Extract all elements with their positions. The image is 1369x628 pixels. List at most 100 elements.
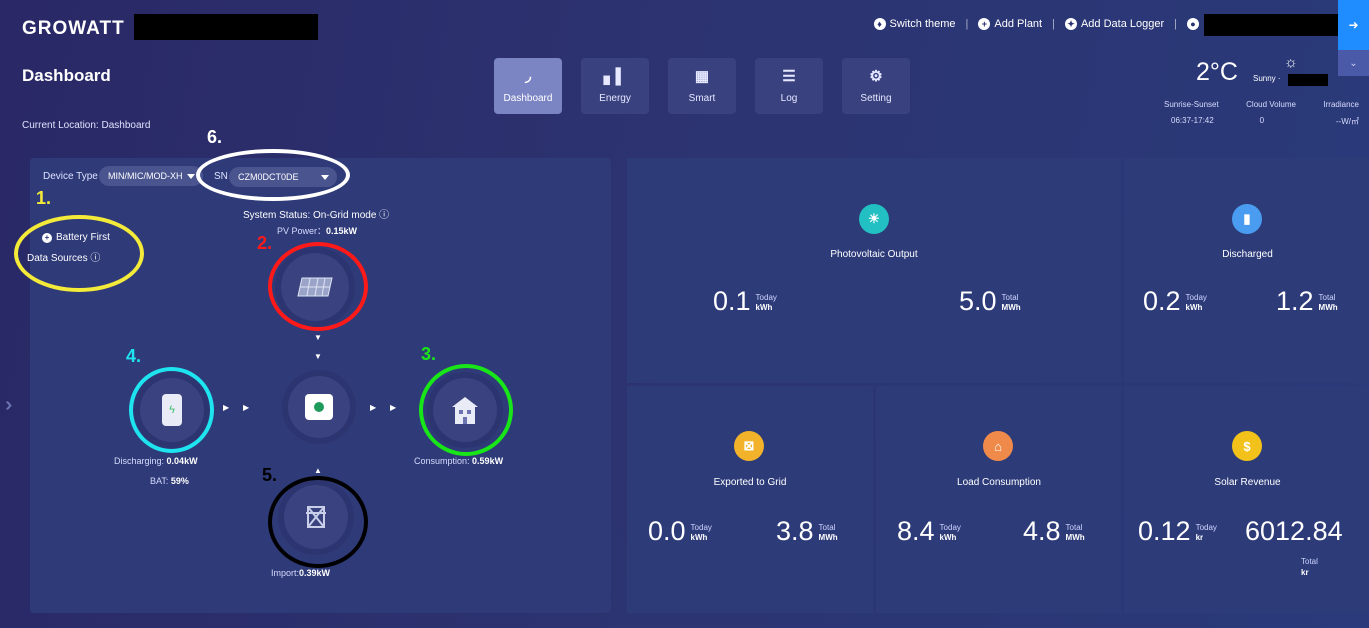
- caret-down-icon: [187, 174, 195, 179]
- stat-value: 5.0: [959, 286, 997, 316]
- redacted-user-name: [1204, 14, 1338, 36]
- stat-unit: kWh: [690, 533, 708, 542]
- tab-log[interactable]: ☰ Log: [755, 58, 823, 114]
- expand-button[interactable]: ⌄: [1338, 50, 1369, 76]
- tab-label: Dashboard: [503, 92, 553, 104]
- exported-total: 3.8 Total MWh: [776, 518, 838, 545]
- collapse-arrows-icon[interactable]: ››: [5, 394, 14, 417]
- device-type-value: MIN/MIC/MOD-XH: [108, 171, 183, 181]
- gauge-icon: ◞: [525, 67, 531, 85]
- weather-values: 06:37-17:42 0 --W/㎡: [1171, 116, 1359, 127]
- discharged-total: 1.2 Total MWh: [1276, 288, 1338, 315]
- import-label: Import:0.39kW: [271, 568, 330, 578]
- inverter-node[interactable]: [288, 376, 350, 438]
- temperature: 2°C: [1196, 58, 1238, 86]
- chevron-down-icon: ⌄: [1349, 57, 1358, 69]
- arrow-right-icon: ▶: [223, 403, 230, 412]
- tab-label: Smart: [688, 92, 716, 104]
- stat-period: Today: [755, 293, 777, 302]
- home-icon: ⌂: [983, 431, 1013, 461]
- stat-period: Total: [1301, 557, 1318, 566]
- load-today: 8.4 Today kWh: [897, 518, 961, 545]
- card-title: Photovoltaic Output: [830, 249, 918, 260]
- annotation-ring-4: [129, 367, 214, 453]
- annotation-ring-5: [268, 476, 368, 568]
- switch-theme-link[interactable]: ♦ Switch theme: [873, 18, 956, 30]
- sun-icon: ☼: [1284, 54, 1298, 71]
- redacted-location: [1288, 74, 1328, 86]
- import-text: Import:: [271, 568, 300, 578]
- battery-discharge-icon: ▮: [1232, 204, 1262, 234]
- stat-unit: kr: [1301, 568, 1309, 577]
- growatt-logo[interactable]: GROWATT: [22, 18, 125, 40]
- stat-unit: kWh: [1185, 303, 1203, 312]
- grid-tower-icon: ⊠: [734, 431, 764, 461]
- device-type-label: Device Type: [43, 171, 98, 182]
- annotation-ring-2: [268, 242, 368, 331]
- photovoltaic-icon: ☀: [859, 204, 889, 234]
- card-title: Discharged: [1222, 249, 1273, 260]
- stat-value: 1.2: [1276, 286, 1314, 316]
- irradiance-value: --W/㎡: [1335, 117, 1359, 126]
- stat-value: 0.1: [713, 286, 751, 316]
- add-data-logger-link[interactable]: ✦ Add Data Logger: [1064, 18, 1164, 30]
- consumption-text: Consumption:: [414, 456, 470, 466]
- tab-energy[interactable]: ▖▌ Energy: [581, 58, 649, 114]
- stat-unit: kWh: [755, 303, 773, 312]
- bar-chart-icon: ▖▌: [603, 67, 627, 85]
- arrow-up-icon: ▲: [314, 466, 322, 475]
- plus-icon: +: [978, 18, 991, 30]
- card-title: Exported to Grid: [713, 477, 787, 488]
- logger-icon: ✦: [1064, 18, 1077, 30]
- main-tabs: ◞ Dashboard ▖▌ Energy ▦ Smart ☰ Log ⚙ Se…: [494, 58, 910, 114]
- breadcrumb: Current Location: Dashboard: [22, 120, 151, 131]
- tab-setting[interactable]: ⚙ Setting: [842, 58, 910, 114]
- stat-unit: MWh: [818, 533, 838, 542]
- add-plant-link[interactable]: + Add Plant: [978, 18, 1042, 30]
- weather-labels: Sunrise-Sunset Cloud Volume Irradiance: [1164, 100, 1359, 109]
- annotation-ring-1: [14, 215, 144, 292]
- logout-icon: ➜: [1348, 18, 1359, 32]
- bat-value: 59%: [170, 476, 189, 486]
- card-title: Load Consumption: [957, 477, 1041, 488]
- card-title: Solar Revenue: [1214, 477, 1281, 488]
- tab-label: Setting: [860, 92, 892, 104]
- stat-value: 0.2: [1143, 286, 1181, 316]
- annotation-label-4: 4.: [126, 346, 142, 366]
- sunrise-sunset-label: Sunrise-Sunset: [1164, 100, 1219, 109]
- stat-value: 0.12: [1138, 516, 1191, 546]
- dollar-icon: $: [1232, 431, 1262, 461]
- pv-total: 5.0 Total MWh: [959, 288, 1021, 315]
- stat-unit: MWh: [1001, 303, 1021, 312]
- inverter-icon: [305, 394, 333, 420]
- stat-value: 0.0: [648, 516, 686, 546]
- annotation-label-3: 3.: [421, 344, 437, 364]
- stat-period: Total: [1001, 293, 1019, 302]
- device-type-select[interactable]: MIN/MIC/MOD-XH: [99, 166, 203, 186]
- discharging-value: 0.04kW: [166, 456, 198, 466]
- discharging-text: Discharging:: [114, 456, 165, 466]
- stat-value: 4.8: [1023, 516, 1061, 546]
- list-icon: ☰: [782, 67, 796, 85]
- stat-unit: kr: [1195, 533, 1204, 542]
- annotation-label-6: 6.: [207, 127, 223, 147]
- exported-card: [627, 386, 873, 613]
- tab-dashboard[interactable]: ◞ Dashboard: [494, 58, 562, 114]
- bat-text: BAT:: [150, 476, 169, 486]
- user-icon[interactable]: ●: [1187, 18, 1199, 30]
- top-bar: GROWATT ♦ Switch theme | + Add Plant | ✦ Ad…: [0, 0, 1369, 76]
- consumption-value: 0.59kW: [472, 456, 504, 466]
- annotation-ring-6: [196, 149, 350, 201]
- annotation-ring-3: [419, 364, 513, 456]
- arrow-right-icon: ▶: [390, 403, 397, 412]
- annotation-label-1: 1.: [36, 188, 52, 208]
- calendar-check-icon: ▦: [694, 67, 710, 85]
- discharging-label: Discharging: 0.04kW: [114, 456, 198, 466]
- stat-value: 6012.84: [1245, 516, 1343, 546]
- import-value: 0.39kW: [299, 568, 331, 578]
- annotation-label-5: 5.: [262, 465, 278, 485]
- logout-button[interactable]: ➜: [1338, 0, 1369, 50]
- weather-condition: Sunny ·: [1253, 74, 1281, 83]
- tab-smart[interactable]: ▦ Smart: [668, 58, 736, 114]
- divider: |: [965, 18, 969, 30]
